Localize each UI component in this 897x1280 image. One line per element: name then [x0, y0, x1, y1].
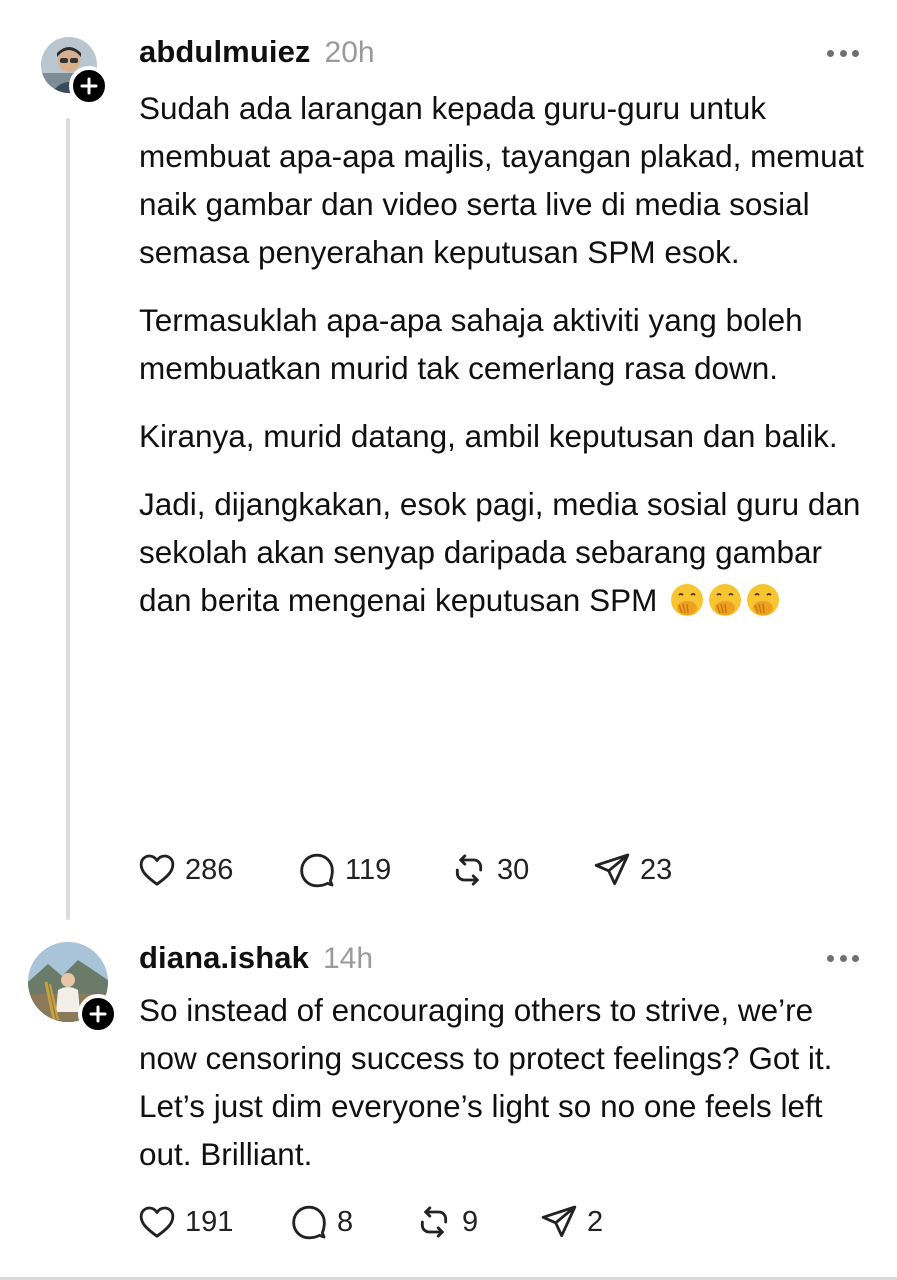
post-actions: 191 8 9 2	[137, 1202, 603, 1242]
share-count: 23	[640, 853, 673, 886]
username[interactable]: abdulmuiez	[139, 34, 311, 70]
send-icon	[594, 853, 630, 886]
more-dot	[852, 954, 859, 962]
face-with-hand-over-mouth-icon	[709, 584, 742, 616]
repost-icon	[420, 1206, 448, 1238]
reply-button[interactable]: 8	[289, 1202, 414, 1242]
post-header: diana.ishak 14h	[139, 940, 373, 976]
post-paragraph: Sudah ada larangan kepada guru-guru untu…	[139, 90, 864, 270]
reply-count: 8	[337, 1205, 354, 1238]
send-icon	[541, 1205, 577, 1238]
comment-bubble-icon	[292, 1205, 326, 1240]
like-count: 191	[185, 1205, 234, 1238]
follow-button[interactable]	[78, 994, 118, 1034]
plus-icon	[80, 77, 98, 95]
post-paragraph: Termasuklah apa-apa sahaja aktiviti yang…	[139, 302, 803, 386]
more-dot	[839, 954, 847, 962]
post-time: 20h	[324, 36, 375, 69]
like-button[interactable]: 286	[137, 850, 297, 890]
repost-button[interactable]: 30	[449, 850, 592, 890]
repost-count: 30	[497, 853, 530, 886]
heart-icon	[139, 1206, 175, 1238]
more-dots-icon	[827, 49, 834, 57]
like-button[interactable]: 191	[137, 1202, 289, 1242]
comment-bubble-icon	[300, 853, 334, 888]
post-paragraph: Jadi, dijangkakan, esok pagi, media sosi…	[139, 480, 869, 624]
repost-count: 9	[462, 1205, 479, 1238]
post-paragraph: Kiranya, murid datang, ambil keputusan d…	[139, 418, 838, 454]
follow-button[interactable]	[69, 66, 109, 106]
share-count: 2	[587, 1205, 604, 1238]
more-options-button[interactable]	[827, 48, 859, 58]
reply-button[interactable]: 119	[297, 850, 449, 890]
more-dots-icon	[827, 954, 834, 962]
post-body: Sudah ada larangan kepada guru-guru untu…	[139, 84, 869, 644]
reply-count: 119	[345, 853, 392, 886]
post-paragraph: So instead of encouraging others to stri…	[139, 992, 833, 1172]
username[interactable]: diana.ishak	[139, 940, 309, 976]
face-with-hand-over-mouth-icon	[747, 584, 780, 616]
thread-connector-line	[66, 118, 70, 920]
post-actions: 286 119 30 23	[137, 850, 672, 890]
post-time: 14h	[322, 942, 374, 975]
thread-post: abdulmuiez 20h Sudah ada larangan kepada…	[0, 0, 897, 930]
more-dot	[852, 49, 859, 57]
thread-post: diana.ishak 14h So instead of encouragin…	[0, 930, 897, 1280]
share-button[interactable]: 23	[592, 850, 672, 890]
share-button[interactable]: 2	[539, 1202, 603, 1242]
more-options-button[interactable]	[827, 953, 859, 963]
repost-button[interactable]: 9	[414, 1202, 539, 1242]
like-count: 286	[185, 853, 234, 886]
more-dot	[839, 49, 847, 57]
face-with-hand-over-mouth-icon	[671, 584, 704, 616]
repost-icon	[455, 854, 483, 886]
heart-icon	[139, 854, 175, 886]
post-body: So instead of encouraging others to stri…	[139, 986, 869, 1198]
post-header: abdulmuiez 20h	[139, 34, 375, 70]
plus-icon	[89, 1005, 107, 1023]
